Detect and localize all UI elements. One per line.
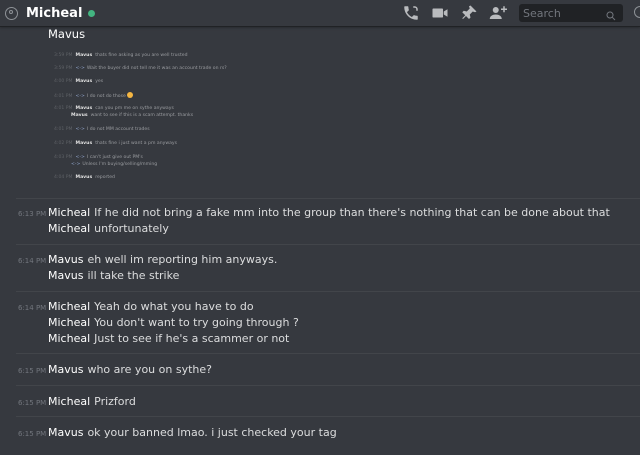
message-text: ok your banned lmao. i just checked your… xyxy=(87,426,337,439)
embedded-line: 4:01 PM Mavus can you pm me on sythe anywa… xyxy=(54,106,174,111)
timestamp: 6:14 PM xyxy=(18,257,47,265)
message-line[interactable]: Micheal Yeah do what you have to do xyxy=(48,300,254,314)
message-divider xyxy=(16,353,640,354)
message-author[interactable]: Mavus xyxy=(48,269,83,282)
search-input[interactable] xyxy=(523,6,605,20)
message-author[interactable]: Micheal xyxy=(48,332,90,345)
channel-header: Micheal xyxy=(0,0,640,27)
message-text: If he did not bring a fake mm into the g… xyxy=(94,206,610,219)
timestamp: 6:15 PM xyxy=(18,399,47,407)
embedded-line: <-> Unless I'm buying/selling/mming xyxy=(71,162,158,167)
search-icon[interactable] xyxy=(605,7,617,21)
embedded-line: 4:04 PM Mavus reported xyxy=(54,175,115,180)
message-author[interactable]: Mavus xyxy=(48,363,83,376)
embedded-line: 4:01 PM <-> I do not do those xyxy=(54,92,133,100)
message-text: Prizford xyxy=(94,395,136,408)
embedded-line: 4:02 PM Mavus thats fine i just want a pm … xyxy=(54,141,178,146)
message-author[interactable]: Mavus xyxy=(48,253,83,266)
message-group: 6:15 PM Mavus ok your banned lmao. i just… xyxy=(0,425,640,449)
message-text: You don't want to try going through ? xyxy=(94,316,299,329)
timestamp: 6:15 PM xyxy=(18,367,47,375)
search-box[interactable] xyxy=(519,4,623,22)
message-line[interactable]: Mavus ok your banned lmao. i just checked… xyxy=(48,426,337,440)
message-group: 6:15 PM Micheal Prizford xyxy=(0,394,640,418)
message-line[interactable]: Mavus who are you on sythe? xyxy=(48,363,212,377)
message-author[interactable]: Micheal xyxy=(48,395,90,408)
message-group: 6:15 PM Mavus who are you on sythe? xyxy=(0,362,640,386)
call-icon[interactable] xyxy=(402,4,420,22)
embedded-line: 3:59 PM Mavus thats fine asking as you are… xyxy=(54,53,188,58)
emoji-icon xyxy=(126,92,133,98)
message-divider xyxy=(16,385,640,386)
message-text: unfortunately xyxy=(94,222,169,235)
message-author[interactable]: Mavus xyxy=(48,426,83,439)
message-author[interactable]: Mavus xyxy=(48,27,85,41)
embedded-line: 4:03 PM <-> I can't just give out PM's xyxy=(54,155,143,160)
message-group: Mavus 3:59 PM Mavus thats fine asking as y… xyxy=(0,27,640,207)
online-status-icon xyxy=(88,9,96,17)
message-group: 6:14 PM Mavus eh well im reporting him an… xyxy=(0,252,640,292)
message-group: 6:13 PM Micheal If he did not bring a fak… xyxy=(0,205,640,245)
message-line[interactable]: Mavus ill take the strike xyxy=(48,269,179,283)
message-text: ill take the strike xyxy=(87,269,180,282)
embedded-line: Mavus want to see if this is a scam attem… xyxy=(71,113,194,118)
help-icon[interactable] xyxy=(634,6,640,18)
channel-name[interactable]: Micheal xyxy=(26,6,82,21)
message-list[interactable]: Mavus 3:59 PM Mavus thats fine asking as y… xyxy=(0,27,640,455)
embedded-line: 4:01 PM <-> I do not MM account trades xyxy=(54,127,150,132)
screenshot-attachment[interactable]: 3:59 PM Mavus thats fine asking as you are… xyxy=(54,47,384,202)
message-divider xyxy=(16,416,640,417)
message-divider xyxy=(16,198,640,199)
message-line[interactable]: Micheal Prizford xyxy=(48,395,136,409)
message-line[interactable]: Micheal If he did not bring a fake mm int… xyxy=(48,206,610,220)
timestamp: 6:14 PM xyxy=(18,304,47,312)
message-author[interactable]: Micheal xyxy=(48,206,90,219)
message-text: eh well im reporting him anyways. xyxy=(87,253,278,266)
message-text: who are you on sythe? xyxy=(87,363,212,376)
header-toolbar xyxy=(402,4,518,22)
message-author[interactable]: Micheal xyxy=(48,222,90,235)
at-sign-icon xyxy=(5,6,18,20)
video-icon[interactable] xyxy=(431,4,449,22)
message-divider xyxy=(16,244,640,245)
timestamp: 6:15 PM xyxy=(18,430,47,438)
embedded-line: 4:00 PM Mavus yes xyxy=(54,79,104,84)
add-friend-icon[interactable] xyxy=(489,4,507,22)
message-line[interactable]: Micheal You don't want to try going throu… xyxy=(48,316,299,330)
pin-icon[interactable] xyxy=(460,4,478,22)
message-line[interactable]: Micheal unfortunately xyxy=(48,222,169,236)
message-author[interactable]: Micheal xyxy=(48,316,90,329)
message-group: 6:14 PM Micheal Yeah do what you have to … xyxy=(0,299,640,355)
message-divider xyxy=(16,291,640,292)
timestamp: 6:13 PM xyxy=(18,210,47,218)
message-text: Just to see if he's a scammer or not xyxy=(94,332,290,345)
message-line[interactable]: Mavus eh well im reporting him anyways. xyxy=(48,253,277,267)
message-text: Yeah do what you have to do xyxy=(94,300,254,313)
message-line[interactable]: Micheal Just to see if he's a scammer or … xyxy=(48,332,289,346)
message-author[interactable]: Micheal xyxy=(48,300,90,313)
embedded-line: 3:59 PM <-> Wait the buyer did not tell me… xyxy=(54,66,227,71)
